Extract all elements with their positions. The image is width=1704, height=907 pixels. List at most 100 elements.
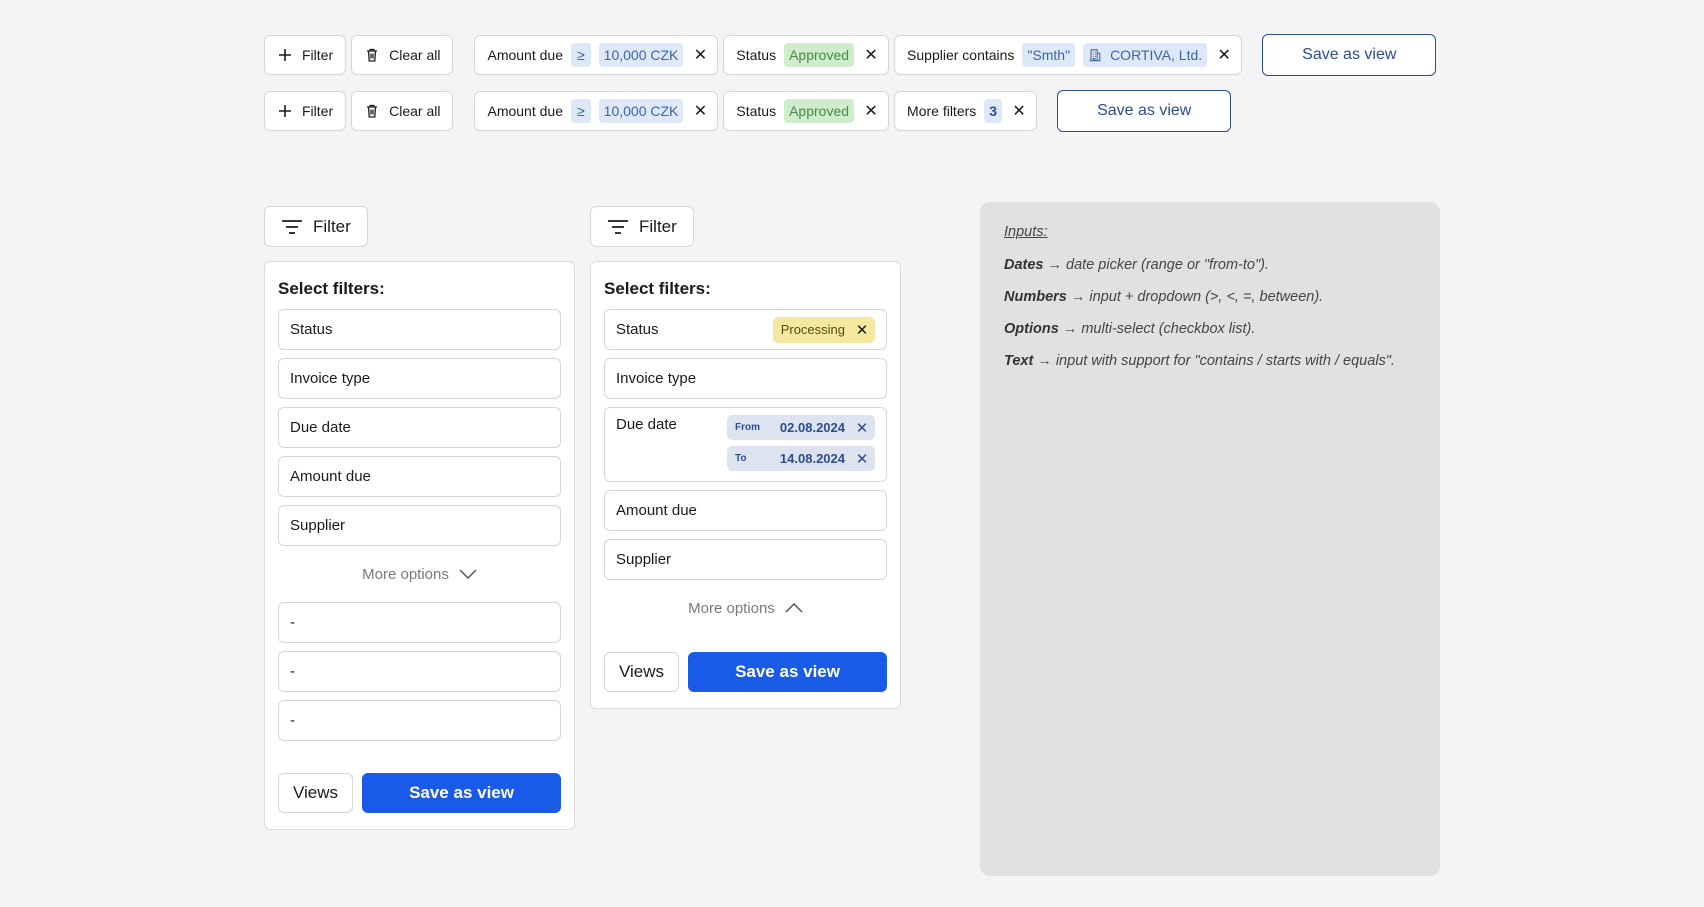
field-invoice-type[interactable]: Invoice type	[604, 358, 887, 399]
note-key: Dates	[1004, 257, 1044, 273]
field-supplier[interactable]: Supplier	[604, 539, 887, 580]
filter-panel-default: Select filters: Status Invoice type Due …	[264, 261, 575, 830]
close-icon[interactable]: ✕	[693, 103, 707, 120]
note-line: Numbers → input + dropdown (>, <, =, bet…	[1004, 289, 1416, 305]
close-icon[interactable]: ✕	[864, 47, 878, 64]
note-text: → input + dropdown (>, <, =, between).	[1066, 289, 1324, 305]
chip-label: Status	[736, 103, 777, 119]
filter-lines-icon	[608, 219, 628, 234]
filter-lines-icon	[282, 219, 302, 234]
note-line: Dates → date picker (range or "from-to")…	[1004, 257, 1416, 273]
more-options-label: More options	[362, 565, 449, 583]
note-key: Options	[1004, 321, 1059, 337]
panel-heading: Select filters:	[278, 279, 385, 298]
chip-label: Amount due	[487, 103, 563, 119]
field-due-date[interactable]: Due date From 02.08.2024 ✕ To 14.08.2024…	[604, 407, 887, 482]
supplier-filter-chip[interactable]: Supplier contains "Smth" CORTIVA, Ltd. ✕	[894, 35, 1243, 75]
field-extra[interactable]: -	[278, 602, 561, 643]
chip-label: Supplier contains	[907, 47, 1015, 63]
close-icon[interactable]: ✕	[1012, 103, 1026, 120]
more-filters-chip[interactable]: More filters 3 ✕	[894, 91, 1038, 131]
supplier-query-tag[interactable]: "Smth"	[1022, 43, 1076, 67]
add-filter-button[interactable]: Filter	[264, 35, 347, 75]
views-button[interactable]: Views	[604, 652, 680, 692]
clear-all-button[interactable]: Clear all	[351, 91, 454, 131]
note-key: Text	[1004, 353, 1034, 369]
filter-count-badge: 3	[984, 99, 1003, 123]
note-line: Options → multi-select (checkbox list).	[1004, 321, 1416, 337]
status-value-tag[interactable]: Approved	[784, 99, 855, 123]
status-badge: Processing ✕	[772, 316, 875, 343]
filter-menu-button[interactable]: Filter	[264, 206, 368, 247]
date-to-value: 14.08.2024	[779, 451, 845, 466]
filter-menu-label: Filter	[639, 216, 677, 236]
field-amount-due[interactable]: Amount due	[278, 456, 561, 497]
clear-all-label: Clear all	[389, 103, 441, 119]
plus-icon	[279, 49, 291, 61]
field-supplier[interactable]: Supplier	[278, 505, 561, 546]
close-icon[interactable]: ✕	[864, 103, 878, 120]
chevron-up-icon	[785, 603, 803, 613]
close-icon[interactable]: ✕	[855, 322, 869, 339]
save-as-view-button[interactable]: Save as view	[362, 773, 561, 813]
date-from-value: 02.08.2024	[779, 420, 845, 435]
filter-menu-label: Filter	[313, 216, 351, 236]
building-icon	[1089, 49, 1101, 62]
field-extra[interactable]: -	[278, 700, 561, 741]
save-as-view-button[interactable]: Save as view	[688, 652, 887, 692]
note-text: → multi-select (checkbox list).	[1058, 321, 1256, 337]
field-label: Status	[616, 321, 659, 338]
notes-title: Inputs:	[1004, 224, 1048, 240]
field-due-date[interactable]: Due date	[278, 407, 561, 448]
amount-filter-chip[interactable]: Amount due ≥ 10,000 CZK ✕	[474, 91, 719, 131]
field-extra[interactable]: -	[278, 651, 561, 692]
status-value-tag[interactable]: Approved	[784, 43, 855, 67]
close-icon[interactable]: ✕	[855, 451, 869, 468]
close-icon[interactable]: ✕	[1217, 47, 1231, 64]
status-filter-chip[interactable]: Status Approved ✕	[723, 91, 890, 131]
date-from-label: From	[735, 422, 760, 433]
operator-tag[interactable]: ≥	[570, 43, 591, 67]
chip-label: More filters	[907, 103, 977, 119]
save-as-view-button[interactable]: Save as view	[1057, 90, 1232, 132]
more-options-toggle[interactable]: More options	[604, 588, 887, 628]
close-icon[interactable]: ✕	[693, 47, 707, 64]
plus-icon	[279, 105, 291, 117]
panel-heading: Select filters:	[604, 279, 711, 298]
save-as-view-button[interactable]: Save as view	[1262, 34, 1437, 76]
amount-value-tag[interactable]: 10,000 CZK	[598, 99, 684, 123]
trash-icon	[367, 48, 378, 62]
status-filter-chip[interactable]: Status Approved ✕	[723, 35, 890, 75]
note-text: → input with support for "contains / sta…	[1033, 353, 1395, 369]
amount-value-tag[interactable]: 10,000 CZK	[598, 43, 684, 67]
date-to-chip[interactable]: To 14.08.2024 ✕	[727, 446, 875, 471]
field-status[interactable]: Status Processing ✕	[604, 309, 887, 350]
note-text: → date picker (range or "from-to").	[1043, 257, 1269, 273]
field-label: Due date	[616, 416, 677, 433]
close-icon[interactable]: ✕	[855, 420, 869, 437]
field-invoice-type[interactable]: Invoice type	[278, 358, 561, 399]
chip-label: Amount due	[487, 47, 563, 63]
note-line: Text → input with support for "contains …	[1004, 353, 1416, 369]
company-name: CORTIVA, Ltd.	[1110, 47, 1203, 63]
clear-all-button[interactable]: Clear all	[351, 35, 454, 75]
company-tag[interactable]: CORTIVA, Ltd.	[1083, 43, 1208, 67]
status-badge-label: Processing	[780, 322, 845, 337]
filter-bar-full: Filter Clear all Amount due ≥ 10,000 CZK…	[264, 34, 1437, 76]
field-amount-due[interactable]: Amount due	[604, 490, 887, 531]
add-filter-button[interactable]: Filter	[264, 91, 347, 131]
field-status[interactable]: Status	[278, 309, 561, 350]
clear-all-label: Clear all	[389, 47, 441, 63]
trash-icon	[367, 104, 378, 118]
views-button[interactable]: Views	[278, 773, 354, 813]
operator-tag[interactable]: ≥	[570, 99, 591, 123]
filter-menu-button[interactable]: Filter	[590, 206, 694, 247]
filter-bar-collapsed: Filter Clear all Amount due ≥ 10,000 CZK…	[264, 90, 1232, 132]
amount-filter-chip[interactable]: Amount due ≥ 10,000 CZK ✕	[474, 35, 719, 75]
chevron-down-icon	[459, 569, 477, 579]
more-options-toggle[interactable]: More options	[278, 554, 561, 594]
date-from-chip[interactable]: From 02.08.2024 ✕	[727, 415, 875, 440]
more-options-label: More options	[688, 599, 775, 617]
filter-panel-active: Select filters: Status Processing ✕ Invo…	[590, 261, 901, 709]
note-key: Numbers	[1004, 289, 1067, 305]
